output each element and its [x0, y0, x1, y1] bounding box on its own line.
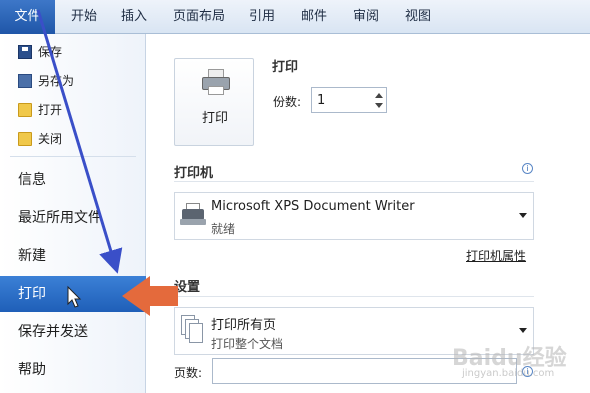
chevron-down-icon [519, 213, 527, 218]
info-icon[interactable]: i [522, 163, 533, 174]
nav-close[interactable]: 关闭 [18, 128, 62, 150]
nav-help[interactable]: 帮助 [0, 352, 146, 388]
print-range-sub: 打印整个文档 [211, 337, 284, 351]
print-range-main: 打印所有页 [211, 318, 277, 333]
printer-icon [202, 69, 230, 95]
printer-dropdown[interactable]: Microsoft XPS Document Writer 就绪 [174, 192, 534, 240]
printer-device-icon [179, 203, 207, 229]
nav-save-as[interactable]: 另存为 [18, 70, 74, 92]
nav-divider [10, 156, 136, 157]
ribbon-tab-bar: 文件 开始 插入 页面布局 引用 邮件 审阅 视图 [0, 0, 590, 34]
printer-heading: 打印机 [174, 166, 214, 181]
save-icon [18, 44, 32, 59]
printer-properties-link[interactable]: 打印机属性 [466, 247, 526, 264]
tab-mailings[interactable]: 邮件 [292, 0, 336, 34]
nav-save-as-label: 另存为 [38, 74, 75, 88]
copies-value: 1 [317, 93, 326, 108]
watermark-url: jingyan.baidu.com [462, 368, 555, 379]
nav-recent[interactable]: 最近所用文件 [0, 200, 146, 236]
print-button[interactable]: 打印 [174, 58, 254, 146]
tab-home[interactable]: 开始 [60, 0, 108, 34]
settings-divider [174, 296, 534, 297]
nav-save-label: 保存 [38, 45, 63, 59]
pages-label: 页数: [174, 366, 203, 380]
printer-status: 就绪 [211, 222, 236, 236]
print-button-label: 打印 [201, 111, 228, 126]
nav-print[interactable]: 打印 [0, 276, 146, 312]
nav-close-label: 关闭 [38, 132, 63, 146]
copies-label: 份数: [273, 95, 302, 109]
copies-stepper[interactable]: 1 [311, 87, 387, 113]
chevron-down-icon [519, 328, 527, 333]
spin-down-icon[interactable] [375, 103, 383, 108]
nav-new[interactable]: 新建 [0, 238, 146, 274]
tab-page-layout[interactable]: 页面布局 [166, 0, 232, 34]
printer-name: Microsoft XPS Document Writer [211, 199, 415, 214]
printer-divider [174, 181, 534, 182]
save-as-icon [18, 73, 32, 88]
open-folder-icon [18, 102, 32, 117]
nav-open-label: 打开 [38, 103, 63, 117]
tab-references[interactable]: 引用 [240, 0, 284, 34]
nav-save-and-send[interactable]: 保存并发送 [0, 314, 146, 350]
print-heading: 打印 [272, 60, 299, 75]
tab-review[interactable]: 审阅 [344, 0, 388, 34]
pages-icon [181, 315, 203, 345]
nav-info[interactable]: 信息 [0, 162, 146, 198]
nav-save[interactable]: 保存 [18, 41, 62, 63]
tab-view[interactable]: 视图 [396, 0, 440, 34]
close-folder-icon [18, 131, 32, 146]
tab-insert[interactable]: 插入 [112, 0, 156, 34]
nav-open[interactable]: 打开 [18, 99, 62, 121]
spin-up-icon[interactable] [375, 93, 383, 98]
tab-file[interactable]: 文件 [0, 0, 55, 34]
settings-heading: 设置 [174, 280, 201, 295]
